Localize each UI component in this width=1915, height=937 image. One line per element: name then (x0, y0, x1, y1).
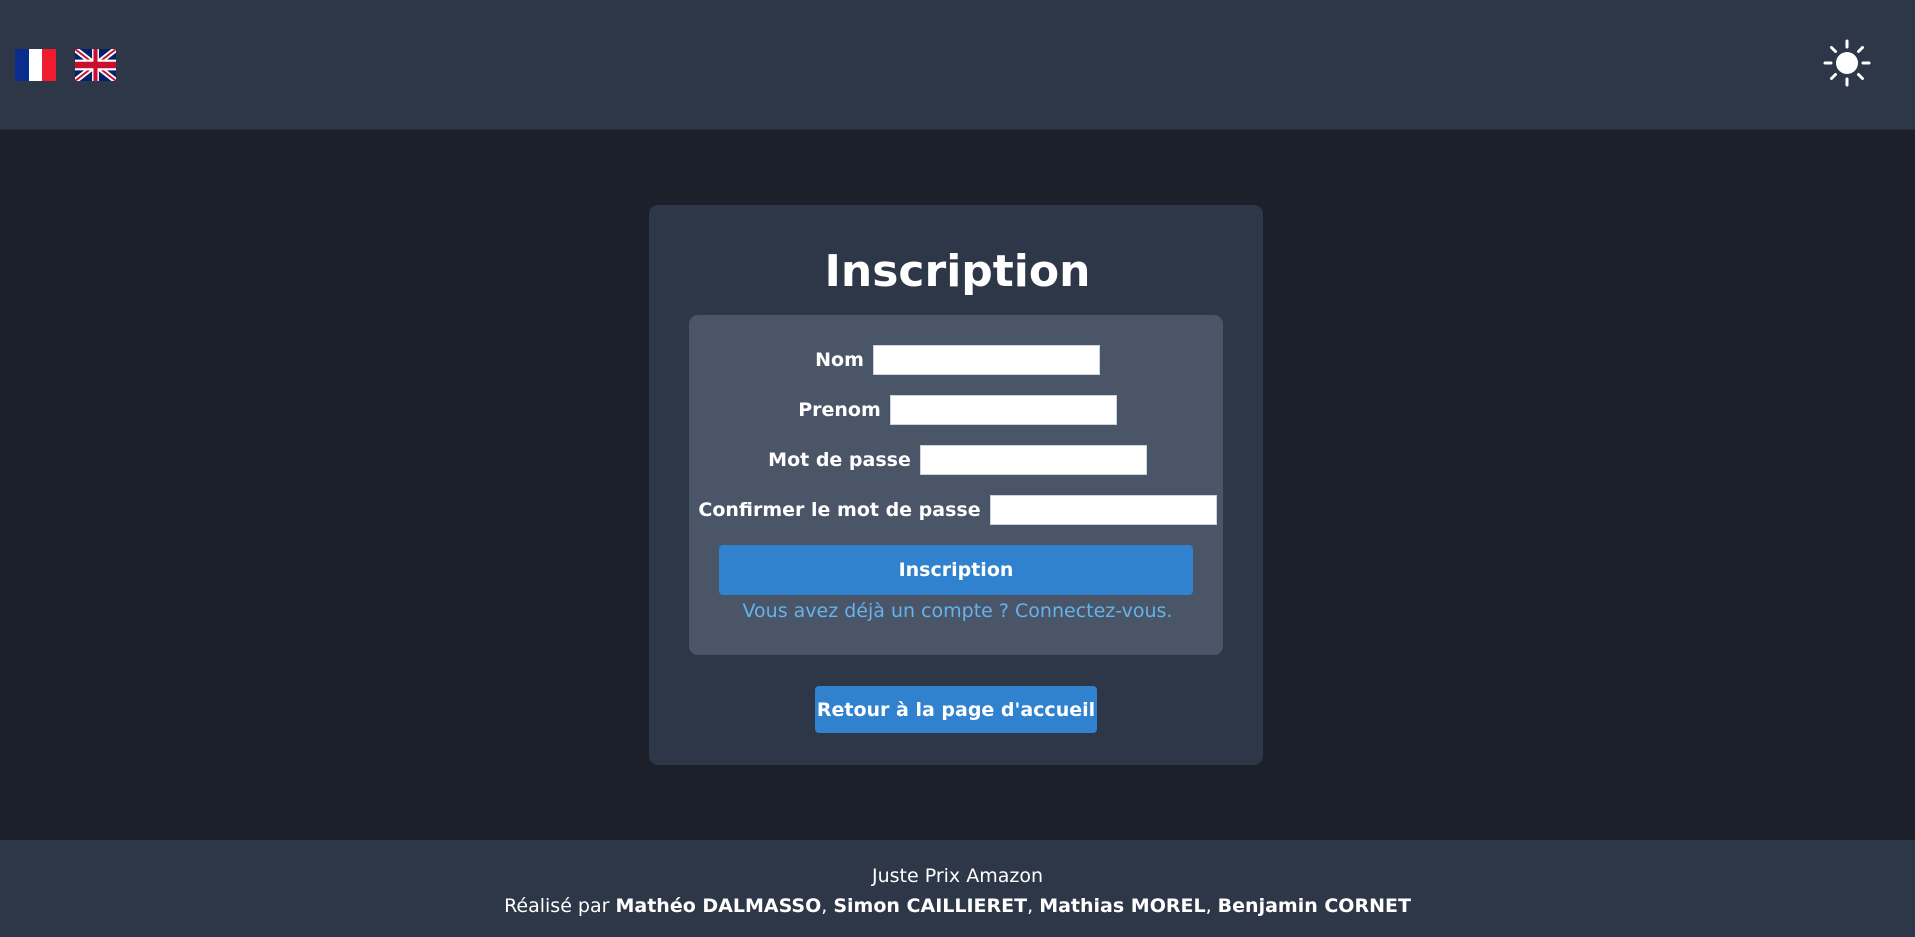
prenom-input[interactable] (889, 395, 1117, 425)
flag-uk-icon[interactable] (75, 49, 116, 81)
credits-prefix: Réalisé par (504, 895, 610, 917)
footer-title: Juste Prix Amazon (871, 865, 1043, 887)
nom-input[interactable] (872, 345, 1100, 375)
author-name: Simon CAILLIERET (833, 895, 1028, 917)
field-row-nom: Nom (0, 344, 1915, 376)
footer-credits: Réalisé par Mathéo DALMASSO, Simon CAILL… (504, 895, 1411, 917)
nom-label: Nom (815, 349, 864, 371)
top-navbar (0, 0, 1915, 130)
sun-icon[interactable] (1823, 39, 1871, 87)
prenom-label: Prenom (798, 399, 881, 421)
password-input[interactable] (919, 445, 1147, 475)
login-link[interactable]: Vous avez déjà un compte ? Connectez-vou… (743, 600, 1173, 622)
field-row-confirm-password: Confirmer le mot de passe (0, 494, 1915, 526)
password-label: Mot de passe (768, 449, 911, 471)
flag-fr-icon[interactable] (15, 49, 56, 81)
confirm-password-input[interactable] (989, 495, 1217, 525)
login-link-row: Vous avez déjà un compte ? Connectez-vou… (0, 598, 1915, 624)
confirm-password-label: Confirmer le mot de passe (698, 499, 981, 521)
field-row-password: Mot de passe (0, 444, 1915, 476)
field-row-prenom: Prenom (0, 394, 1915, 426)
author-name: Mathéo DALMASSO (615, 895, 822, 917)
page-title: Inscription (824, 246, 1091, 297)
home-button[interactable]: Retour à la page d'accueil (815, 686, 1097, 733)
author-name: Benjamin CORNET (1217, 895, 1411, 917)
author-name: Mathias MOREL (1039, 895, 1206, 917)
signup-button[interactable]: Inscription (719, 545, 1193, 595)
